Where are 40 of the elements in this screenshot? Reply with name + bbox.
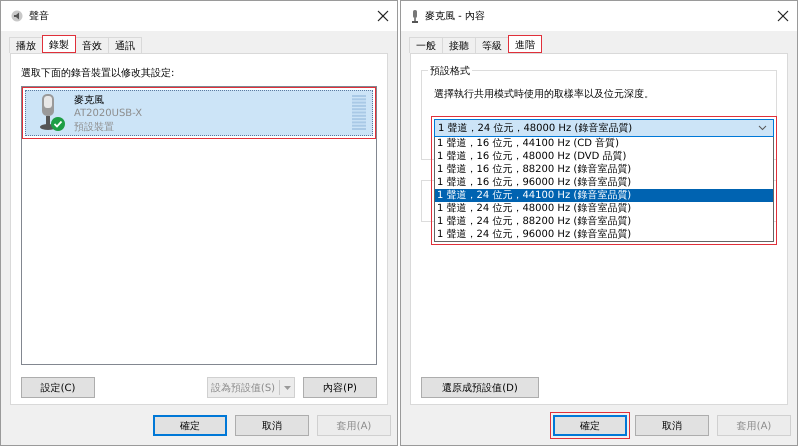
close-icon[interactable] <box>777 10 789 22</box>
window-title: 麥克風 - 內容 <box>425 10 486 23</box>
device-name: 麥克風 <box>74 94 105 106</box>
dropdown-option[interactable]: 1 聲道，24 位元，48000 Hz (錄音室品質) <box>435 202 773 215</box>
device-status: 預設裝置 <box>74 120 115 134</box>
tab[interactable]: 錄製 <box>42 35 76 53</box>
device-model: AT2020USB-X <box>74 108 144 118</box>
dropdown-option[interactable]: 1 聲道，24 位元，44100 Hz (錄音室品質) <box>435 189 773 202</box>
cancel-button[interactable]: 取消 <box>635 415 709 436</box>
dropdown-option[interactable]: 1 聲道，24 位元，88200 Hz (錄音室品質) <box>435 215 773 228</box>
cancel-button[interactable]: 取消 <box>235 415 309 436</box>
tab[interactable]: 一般 <box>409 37 443 53</box>
chevron-icon <box>758 125 767 131</box>
group-title: 預設格式 <box>428 64 472 78</box>
dropdown-option[interactable]: 1 聲道，16 位元，44100 Hz (CD 音質) <box>435 137 773 150</box>
microphone-icon <box>411 10 419 22</box>
ok-button[interactable]: 確定 <box>153 415 227 436</box>
close-icon[interactable] <box>377 10 389 22</box>
format-dropdown[interactable]: 1 聲道，24 位元，48000 Hz (錄音室品質) <box>434 119 774 137</box>
instruction-text: 選取下面的錄音裝置以修改其設定: <box>21 66 176 80</box>
dropdown-option[interactable]: 1 聲道，24 位元，96000 Hz (錄音室品質) <box>435 228 773 241</box>
tab[interactable]: 音效 <box>75 37 109 53</box>
format-description: 選擇執行共用模式時使用的取樣率以及位元深度。 <box>434 88 655 101</box>
dropdown-option[interactable]: 1 聲道，16 位元，96000 Hz (錄音室品質) <box>435 176 773 189</box>
tab[interactable]: 通訊 <box>108 37 142 53</box>
dropdown-option[interactable]: 1 聲道，16 位元，88200 Hz (錄音室品質) <box>435 163 773 176</box>
tab[interactable]: 等級 <box>475 37 509 53</box>
restore-defaults-button[interactable]: 還原成預設值(D) <box>421 377 539 398</box>
tab[interactable]: 進階 <box>508 35 542 53</box>
caret-icon <box>284 386 292 390</box>
configure-button[interactable]: 設定(C) <box>21 377 95 398</box>
level-meter-icon <box>352 95 366 131</box>
window-title: 聲音 <box>29 10 50 23</box>
device-item[interactable]: 麥克風 AT2020USB-X 預設裝置 <box>25 90 373 136</box>
tab[interactable]: 接聽 <box>442 37 476 53</box>
ok-button[interactable]: 確定 <box>553 415 627 436</box>
tab[interactable]: 播放 <box>9 37 43 53</box>
dropdown-option[interactable]: 1 聲道，16 位元，48000 Hz (DVD 品質) <box>435 150 773 163</box>
speaker-icon <box>11 10 23 22</box>
properties-button[interactable]: 內容(P) <box>303 377 377 398</box>
